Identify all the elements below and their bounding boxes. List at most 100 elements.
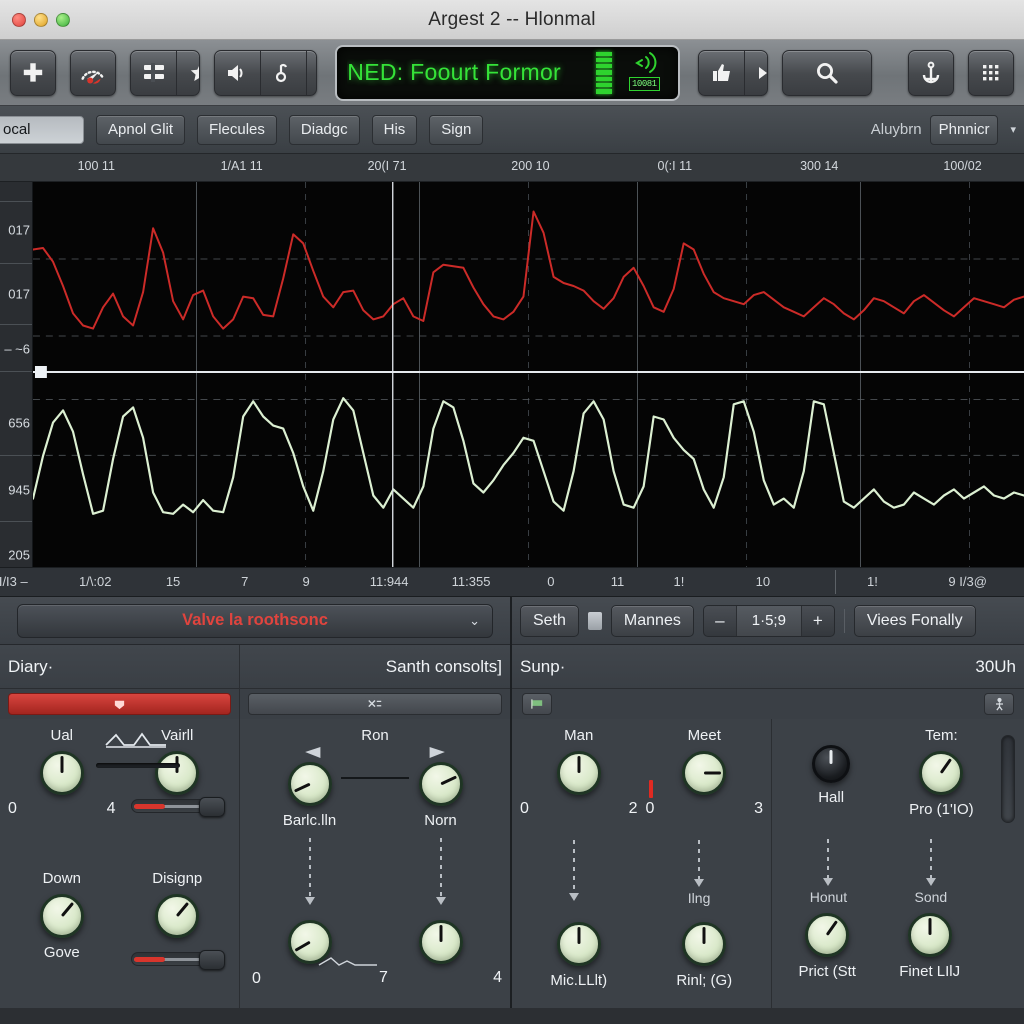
tem-knob[interactable] (919, 751, 964, 795)
subbar-button-2[interactable]: Diadgc (288, 114, 360, 145)
man-knob-cell: Man 0 2 (516, 727, 642, 818)
top-timeline-ruler[interactable]: 100 11 1/A1 11 20(I 71 200 10 0(:I 11 300 14 1… (0, 154, 1024, 182)
lower-left-knob-value: 0 (252, 970, 261, 987)
subbar-button-4[interactable]: Sign (429, 114, 484, 145)
left-panel-arrows (244, 838, 506, 905)
lcd-status: 10081 (620, 50, 668, 96)
lower-right-knob[interactable] (418, 920, 463, 964)
person-icon (995, 697, 1003, 711)
arrow-left (304, 838, 315, 905)
y-axis-rule-2 (0, 324, 32, 326)
subbar-right-group: Aluybrn Phnnicr ▾ (871, 114, 1016, 145)
barlclln-knob[interactable] (287, 762, 332, 806)
top-ruler-tick-2: 20(I 71 (367, 159, 407, 173)
meet-knob[interactable] (682, 751, 727, 795)
meet-knob-label: Meet (687, 727, 721, 744)
vairll-knob[interactable] (155, 751, 200, 795)
hall-knob[interactable] (812, 745, 851, 783)
record-button[interactable] (8, 693, 231, 715)
chevron-down-icon[interactable]: ⌄ (469, 613, 480, 629)
right-panel-arrows-a: Ilng (516, 840, 767, 906)
arrow-left: Honut (810, 839, 847, 905)
y-axis-rule-3 (0, 370, 32, 372)
views-button[interactable]: Viees Fonally (853, 604, 976, 637)
speaker-button[interactable] (215, 50, 261, 95)
slider-thumb[interactable] (199, 797, 226, 817)
bottom-ruler-tick-11: 1! (867, 574, 878, 589)
thumb-button[interactable] (699, 50, 746, 95)
hall-knob-label: Hall (818, 789, 845, 806)
chevron-down-icon[interactable]: ▾ (1006, 123, 1016, 136)
mixer-button[interactable] (131, 50, 177, 95)
waveform-canvas[interactable] (33, 182, 1024, 567)
y-axis-rule-4 (0, 455, 32, 457)
grid-button[interactable] (968, 49, 1015, 96)
stepper-value[interactable]: 1·5;9 (735, 605, 802, 636)
disignp-slider[interactable] (131, 950, 226, 970)
tem-knob-cell: Tem: Pro (1'IO) (886, 727, 996, 819)
arrow-right: Sond (914, 839, 948, 905)
arrow-right: Ilng (688, 840, 710, 906)
down-knob[interactable] (39, 894, 84, 938)
main-toolbar: NED: Foourt Formor 10081 (0, 40, 1024, 106)
waveform-svg (33, 182, 1024, 567)
knob-link-line (341, 777, 409, 779)
disignp-knob[interactable] (155, 894, 200, 938)
bottom-ruler-tick-3: 7 (241, 574, 249, 589)
finet-knob[interactable] (907, 913, 952, 957)
broadcast-icon (635, 51, 657, 73)
stepper-increment-button[interactable]: + (802, 606, 834, 636)
honut-label: Honut (809, 889, 848, 905)
search-button[interactable] (782, 49, 873, 96)
man-knob[interactable] (556, 751, 601, 795)
add-button[interactable] (10, 49, 56, 96)
disignp-knob-label: Disignp (152, 870, 203, 887)
speaker-icon (228, 64, 243, 81)
square-icon[interactable] (587, 611, 602, 630)
prict-knob-label: Prict (Stt (798, 963, 856, 980)
disignp-knob-cell: Disignp (120, 870, 236, 970)
stepper-decrement-button[interactable]: – (704, 606, 736, 636)
sond-label: Sond (914, 889, 948, 905)
y-axis-rule-1 (0, 262, 32, 264)
preset-name: Valve la roothsonc (182, 611, 328, 629)
top-ruler-tick-4: 0(:I 11 (657, 159, 693, 173)
slider-thumb[interactable] (199, 950, 226, 970)
right-plugin-panel: Seth Mannes – 1·5;9 + Viees Fonally Sunp… (512, 597, 1024, 1008)
subbar-button-1[interactable]: Flecules (197, 114, 277, 145)
norn-knob[interactable] (418, 762, 463, 806)
seth-button[interactable]: Seth (520, 604, 579, 637)
ual-knob-max: 4 (106, 800, 116, 817)
speaker-note-group (213, 49, 318, 96)
anchor-button[interactable] (908, 49, 955, 96)
minus-button[interactable] (307, 51, 317, 95)
meet-knob-cell: Meet 0 3 (642, 727, 768, 818)
bottom-ruler-tick-10: 10 (755, 574, 771, 589)
subbar-button-3[interactable]: His (371, 114, 418, 145)
person-button[interactable] (984, 693, 1014, 715)
favorite-button[interactable] (177, 51, 199, 95)
down-knob-cell: Down Gove (4, 870, 120, 962)
subbar-button-0[interactable]: Apnol Glit (96, 114, 186, 145)
flag-button[interactable] (522, 693, 552, 715)
search-input[interactable]: ocal (0, 115, 84, 144)
vairll-slider[interactable] (131, 797, 226, 817)
left-section-title-row: Diary· (0, 645, 239, 689)
prict-knob[interactable] (805, 913, 850, 957)
edit-button[interactable] (248, 693, 502, 715)
finet-knob-label: Finet LIlJ (899, 963, 961, 980)
ual-knob[interactable] (39, 751, 84, 795)
left-section-title: Diary· (8, 656, 54, 676)
miclllt-knob[interactable] (556, 922, 601, 966)
fastforward-button[interactable] (745, 51, 768, 95)
note-button[interactable] (261, 50, 307, 95)
mannes-button[interactable]: Mannes (610, 604, 694, 637)
meter-button[interactable] (70, 49, 116, 96)
right-section-title-row: Santh consolts] (240, 645, 510, 689)
bottom-timeline-ruler[interactable]: I/I3 – 1/\:02 15 7 9 11:944 11:355 0 11 1! 10 1! 9 I… (0, 567, 1024, 597)
lcd-display[interactable]: NED: Foourt Formor 10081 (335, 44, 681, 101)
bottom-ruler-tick-2: 15 (165, 574, 181, 589)
subbar-combo[interactable]: Phnnicr (929, 114, 999, 145)
preset-selector[interactable]: Valve la roothsonc ⌄ (17, 603, 493, 638)
rinlg-knob[interactable] (682, 922, 727, 966)
